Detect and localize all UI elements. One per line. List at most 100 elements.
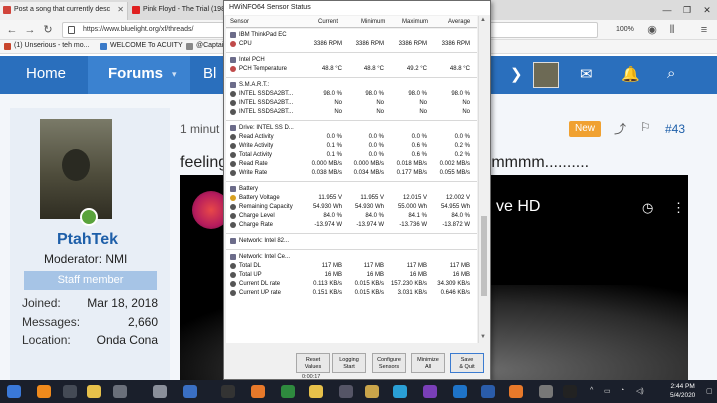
sensor-row[interactable]: Remaining Capacity 54.930 Wh 54.930 Wh 55.0… (226, 203, 477, 212)
network-icon[interactable]: ◔ (620, 387, 624, 394)
word-icon[interactable] (478, 382, 498, 401)
nav-forums[interactable]: Forums (108, 65, 163, 82)
maximize-icon[interactable]: ❐ (677, 0, 697, 20)
scroll-up-icon[interactable]: ▲ (480, 17, 486, 23)
mail-icon[interactable]: ✉ (580, 65, 593, 83)
cmd-icon[interactable] (218, 382, 238, 401)
watch-later-icon[interactable]: ◷ (642, 200, 653, 216)
kodi-icon[interactable] (390, 382, 410, 401)
video-title[interactable]: ve HD (496, 198, 540, 216)
bookmark-item[interactable]: WELCOME To ACUITY (100, 42, 183, 50)
sensor-group[interactable]: Battery (226, 185, 477, 194)
firefox-icon[interactable] (248, 382, 268, 401)
app-icon[interactable] (110, 382, 130, 401)
scrollbar[interactable]: ▲ ▼ (478, 16, 488, 343)
more-icon[interactable]: ⋮ (672, 200, 685, 216)
col-minimum[interactable]: Minimum (361, 19, 385, 25)
bookmark-icon[interactable]: ⚐ (640, 120, 651, 134)
sensor-row[interactable]: Write Activity 0.1 % 0.0 % 0.6 % 0.2 % (226, 142, 477, 151)
start-icon[interactable] (4, 382, 24, 401)
folder-icon[interactable] (306, 382, 326, 401)
bell-icon[interactable]: 🔔 (621, 65, 640, 83)
sensor-row[interactable]: Battery Voltage 11.955 V 11.955 V 12.015 V 1… (226, 194, 477, 203)
logging-start-button[interactable]: Logging Start (332, 353, 366, 373)
sensor-row[interactable]: Current DL rate 0.113 KB/s 0.015 KB/s 157.2… (226, 280, 477, 289)
battery-icon[interactable]: ▭ (604, 387, 611, 395)
taskbar-clock[interactable]: 2:44 PM 5/4/2020 (670, 382, 695, 400)
tab-song-thread[interactable]: Post a song that currently desc ✕ (0, 2, 128, 20)
text-icon[interactable] (180, 382, 200, 401)
save-quit-button[interactable]: Save & Quit (450, 353, 484, 373)
minimize-icon[interactable]: — (657, 0, 677, 20)
search-icon[interactable]: ⌕ (667, 65, 675, 82)
username[interactable]: PtahTek (57, 231, 118, 249)
tray-arrow-icon[interactable]: ^ (590, 387, 593, 394)
notification-icon[interactable]: ▢ (706, 387, 713, 395)
media-icon[interactable] (60, 382, 80, 401)
sensor-row[interactable]: INTEL SSDSA2BT... No No No No (226, 108, 477, 117)
close-icon[interactable]: ✕ (117, 5, 124, 14)
zoom-level[interactable]: 100% (616, 26, 634, 33)
avatar[interactable] (533, 62, 559, 88)
sensor-group[interactable]: Drive: INTEL SS D... (226, 124, 477, 133)
tor-icon[interactable] (420, 382, 440, 401)
col-current[interactable]: Current (318, 19, 338, 25)
chevron-down-icon[interactable]: ▾ (172, 69, 177, 80)
sensor-row[interactable]: INTEL SSDSA2BT... No No No No (226, 99, 477, 108)
sensor-row[interactable]: Total UP 16 MB 16 MB 16 MB 16 MB (226, 271, 477, 280)
sensor-group[interactable]: Network: Intel Ce... (226, 253, 477, 262)
sensor-row[interactable]: Total Activity 0.1 % 0.0 % 0.6 % 0.2 % (226, 151, 477, 160)
sensor-row[interactable]: Total DL 117 MB 117 MB 117 MB 117 MB (226, 262, 477, 271)
stat-value[interactable]: Onda Cona (60, 333, 158, 347)
sensor-group[interactable]: IBM ThinkPad EC (226, 31, 477, 40)
sensor-row[interactable]: Charge Rate -13.974 W -13.974 W -13.736 W -1… (226, 221, 477, 230)
library-icon[interactable]: ⫴ (664, 22, 680, 38)
forward-icon[interactable]: → (22, 22, 38, 38)
tab-pink-floyd[interactable]: Pink Floyd - The Trial (1980 (129, 2, 229, 20)
tools-icon[interactable] (536, 382, 556, 401)
nav-home[interactable]: Home (26, 65, 66, 82)
bookmark-item[interactable]: (1) Unserious - teh mo... (4, 42, 89, 50)
menu-icon[interactable]: ≡ (696, 22, 712, 38)
post-number[interactable]: #43 (665, 122, 685, 136)
minimize-all-button[interactable]: Minimize All (411, 353, 445, 373)
col-maximum[interactable]: Maximum (402, 19, 428, 25)
configure-sensors-button[interactable]: Configure Sensors (372, 353, 406, 373)
reset-values-button[interactable]: Reset Values (296, 353, 330, 373)
extension-icon[interactable]: ◉ (644, 22, 660, 38)
settings-icon[interactable] (150, 382, 170, 401)
sensor-row[interactable]: CPU 3386 RPM 3386 RPM 3386 RPM 3386 RPM (226, 40, 477, 49)
sensor-row[interactable]: Charge Level 84.0 % 84.0 % 84.1 % 84.0 % (226, 212, 477, 221)
sensor-row[interactable]: PCH Temperature 48.8 °C 48.8 °C 49.2 °C 48.8… (226, 65, 477, 74)
scroll-thumb[interactable] (481, 216, 487, 296)
col-sensor[interactable]: Sensor (230, 19, 249, 25)
sensor-row[interactable]: INTEL SSDSA2BT... 98.0 % 98.0 % 98.0 % 98.0 … (226, 90, 477, 99)
chevron-right-icon[interactable]: ❯ (510, 65, 523, 83)
sensor-row[interactable]: Read Activity 0.0 % 0.0 % 0.0 % 0.0 % (226, 133, 477, 142)
volume-icon[interactable]: ◁) (636, 387, 644, 395)
explorer-icon[interactable] (84, 382, 104, 401)
share-icon[interactable]: ⤴ (614, 120, 626, 137)
scroll-down-icon[interactable]: ▼ (480, 334, 486, 340)
sensor-row[interactable]: Read Rate 0.000 MB/s 0.000 MB/s 0.018 MB/s 0… (226, 160, 477, 169)
hwinfo-icon[interactable] (278, 382, 298, 401)
sensor-row[interactable]: Current UP rate 0.151 KB/s 0.015 KB/s 3.031… (226, 289, 477, 298)
col-average[interactable]: Average (448, 19, 470, 25)
bookmark-item[interactable]: @Captain (186, 42, 227, 50)
nav-partial[interactable]: Bl (203, 65, 216, 82)
ie-icon[interactable] (450, 382, 470, 401)
game-icon[interactable] (336, 382, 356, 401)
terminal-icon[interactable] (560, 382, 580, 401)
back-icon[interactable]: ← (4, 22, 20, 38)
sensor-row[interactable]: Write Rate 0.038 MB/s 0.034 MB/s 0.177 MB/s… (226, 169, 477, 178)
firefox2-icon[interactable] (506, 382, 526, 401)
close-window-icon[interactable]: ✕ (697, 0, 717, 20)
post-timestamp[interactable]: 1 minut (180, 122, 219, 136)
reload-icon[interactable]: ↻ (40, 22, 56, 38)
archive-icon[interactable] (362, 382, 382, 401)
user-avatar[interactable] (40, 119, 112, 219)
sensor-group[interactable]: Network: Intel 82... (226, 237, 477, 246)
vlc-icon[interactable] (34, 382, 54, 401)
sensor-group[interactable]: Intel PCH (226, 56, 477, 65)
sensor-group[interactable]: S.M.A.R.T.: (226, 81, 477, 90)
